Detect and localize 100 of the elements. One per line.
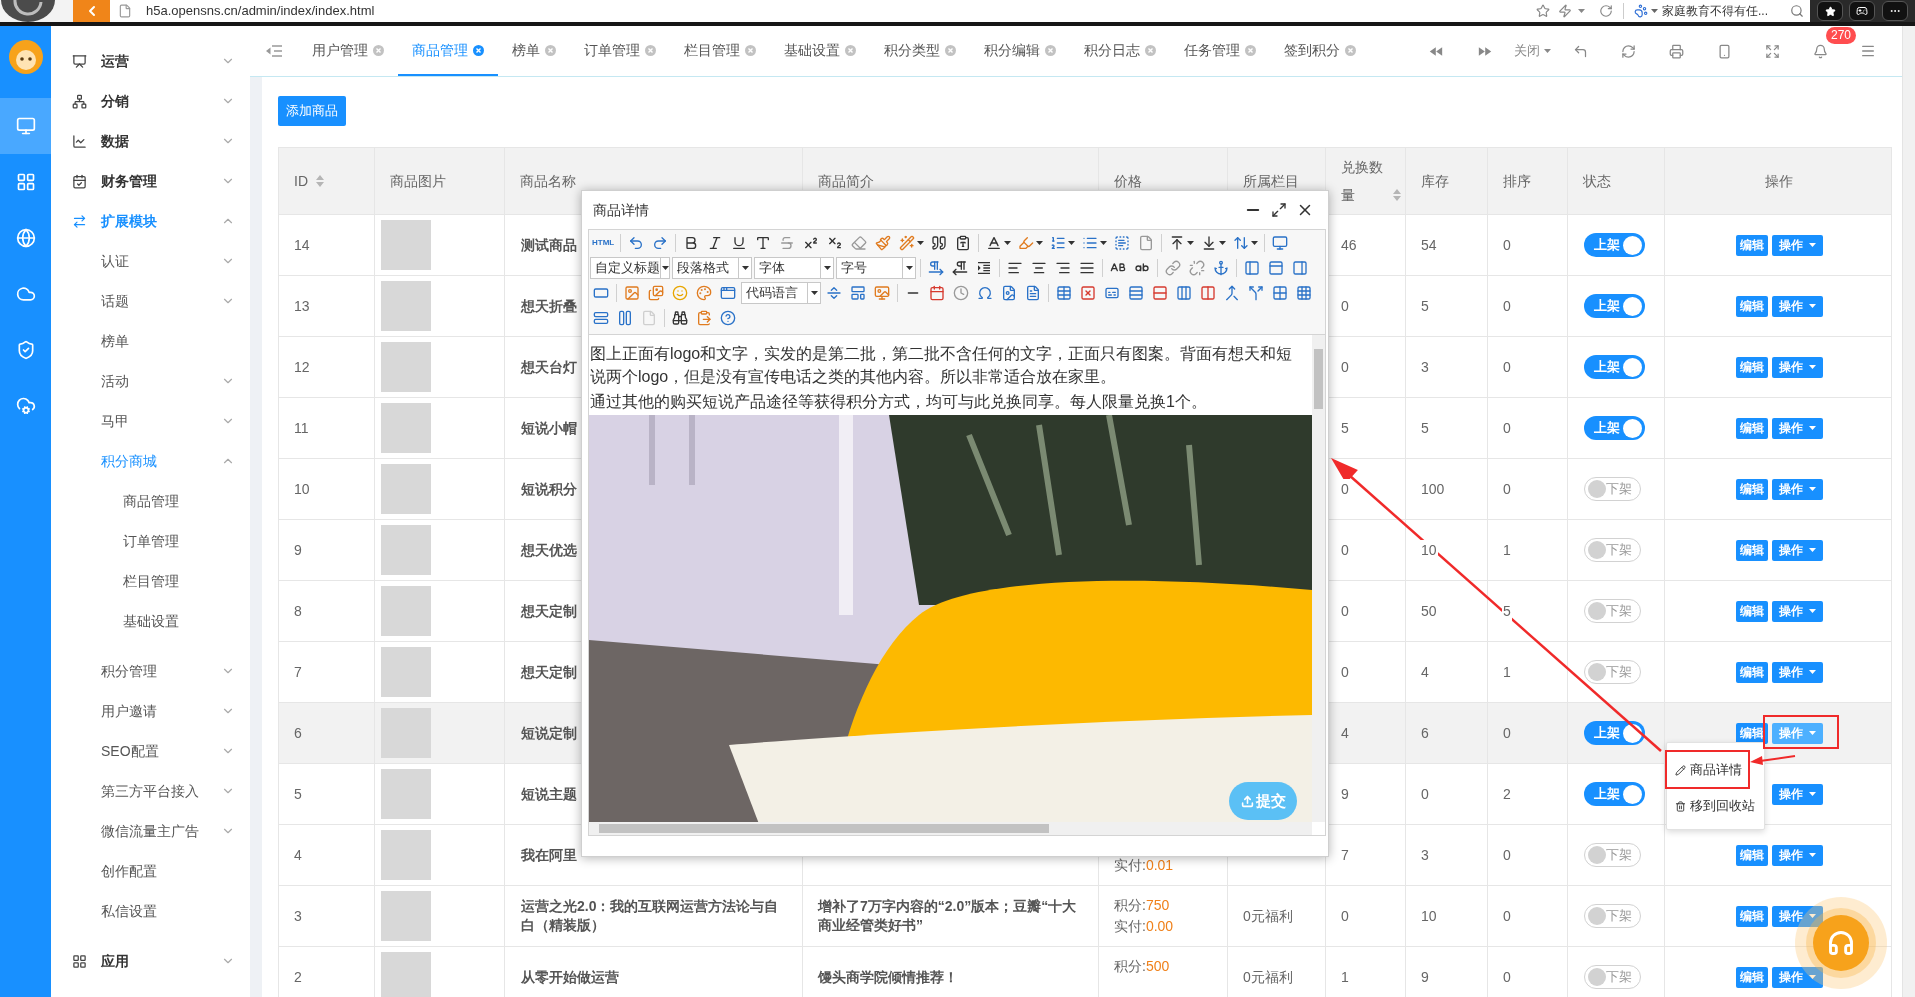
anchor-icon[interactable] bbox=[1213, 259, 1229, 276]
clipboard-icon[interactable] bbox=[696, 309, 712, 326]
stretch-columns-icon[interactable] bbox=[617, 309, 633, 326]
corner-up-left-icon[interactable] bbox=[1572, 43, 1588, 59]
sidebar-item[interactable]: 运营 bbox=[51, 41, 250, 81]
file-text-icon[interactable] bbox=[1025, 284, 1041, 301]
status-toggle[interactable]: 上架 bbox=[1584, 416, 1645, 440]
action-button[interactable]: 操作 bbox=[1771, 844, 1823, 866]
heading-select[interactable]: 自定义标题 bbox=[590, 256, 670, 279]
action-button[interactable]: 操作 bbox=[1771, 356, 1823, 378]
sidebar-item[interactable]: 订单管理 bbox=[51, 521, 250, 561]
quote-icon[interactable] bbox=[931, 234, 948, 251]
edit-button[interactable]: 编辑 bbox=[1735, 478, 1768, 500]
sidebar-item[interactable]: 认证 bbox=[51, 241, 250, 281]
status-toggle[interactable]: 上架 bbox=[1584, 721, 1645, 745]
grid-icon[interactable] bbox=[1296, 284, 1312, 301]
palette-icon[interactable] bbox=[696, 284, 712, 301]
strikethrough-icon[interactable] bbox=[779, 234, 796, 251]
action-button[interactable]: 操作 bbox=[1771, 966, 1823, 988]
action-button[interactable]: 操作 bbox=[1771, 905, 1823, 927]
calendar-icon[interactable] bbox=[929, 284, 945, 301]
expand-icon[interactable] bbox=[1764, 43, 1780, 59]
sidebar-item[interactable]: 私信设置 bbox=[51, 891, 250, 931]
action-button[interactable]: 操作 bbox=[1771, 539, 1823, 561]
underline-icon[interactable] bbox=[731, 234, 748, 251]
action-button[interactable]: 操作 bbox=[1771, 783, 1823, 805]
tab[interactable]: 订单管理 bbox=[570, 26, 670, 76]
action-button[interactable]: 操作 bbox=[1771, 234, 1823, 256]
merge-icon[interactable] bbox=[1224, 284, 1240, 301]
edit-button[interactable]: 编辑 bbox=[1735, 539, 1768, 561]
back-button[interactable] bbox=[73, 0, 110, 22]
status-toggle[interactable]: 下架 bbox=[1584, 477, 1641, 501]
action-button[interactable]: 操作 bbox=[1771, 417, 1823, 439]
action-button[interactable]: 操作 bbox=[1771, 478, 1823, 500]
sidebar-item[interactable]: 马甲 bbox=[51, 401, 250, 441]
table-rows-icon[interactable] bbox=[1152, 284, 1168, 301]
unlink-icon[interactable] bbox=[1189, 259, 1205, 276]
sidebar-item[interactable]: 第三方平台接入 bbox=[51, 771, 250, 811]
font-size-select[interactable]: 字号 bbox=[836, 256, 916, 279]
redo-icon[interactable] bbox=[652, 234, 669, 251]
status-toggle[interactable]: 上架 bbox=[1584, 355, 1645, 379]
status-toggle[interactable]: 下架 bbox=[1584, 660, 1641, 684]
add-product-button[interactable]: 添加商品 bbox=[278, 96, 346, 126]
grid-icon[interactable] bbox=[1272, 284, 1288, 301]
sidebar-item[interactable]: SEO配置 bbox=[51, 731, 250, 771]
tab[interactable]: 基础设置 bbox=[770, 26, 870, 76]
status-toggle[interactable]: 上架 bbox=[1584, 782, 1645, 806]
text-baseline-icon[interactable] bbox=[985, 234, 1002, 251]
undo-icon[interactable] bbox=[628, 234, 645, 251]
wallpaper-icon[interactable] bbox=[874, 284, 890, 301]
sidebar-item[interactable]: 栏目管理 bbox=[51, 561, 250, 601]
table-icon[interactable] bbox=[1056, 284, 1072, 301]
status-toggle[interactable]: 上架 bbox=[1584, 294, 1645, 318]
maximize-icon[interactable] bbox=[1271, 202, 1287, 218]
status-toggle[interactable]: 下架 bbox=[1584, 599, 1641, 623]
lightning-icon[interactable] bbox=[1558, 4, 1572, 18]
menu-item[interactable]: 移到回收站 bbox=[1670, 791, 1760, 821]
tab[interactable]: 积分类型 bbox=[870, 26, 970, 76]
separator-icon[interactable] bbox=[826, 284, 842, 301]
highlighter-icon[interactable] bbox=[1017, 234, 1034, 251]
table-rows-icon[interactable] bbox=[1128, 284, 1144, 301]
star-button[interactable] bbox=[1817, 1, 1844, 21]
star-icon[interactable] bbox=[1536, 4, 1550, 18]
template-icon[interactable] bbox=[850, 284, 866, 301]
table-columns-icon[interactable] bbox=[1200, 284, 1216, 301]
stretch-rows-icon[interactable] bbox=[593, 309, 609, 326]
text-type-icon[interactable] bbox=[755, 234, 772, 251]
pilcrow-right-icon[interactable] bbox=[928, 259, 944, 276]
edit-button[interactable]: 编辑 bbox=[1735, 295, 1768, 317]
menu-icon[interactable] bbox=[1860, 43, 1876, 59]
action-button[interactable]: 操作 bbox=[1771, 722, 1823, 744]
sidebar-item[interactable]: 用户邀请 bbox=[51, 691, 250, 731]
refresh-icon[interactable] bbox=[1599, 4, 1613, 18]
tab[interactable]: 用户管理 bbox=[298, 26, 398, 76]
source-code-button[interactable]: HTML bbox=[589, 236, 618, 249]
sidebar-item[interactable]: 积分管理 bbox=[51, 651, 250, 691]
status-toggle[interactable]: 下架 bbox=[1584, 965, 1641, 989]
panel-top-icon[interactable] bbox=[1268, 259, 1284, 276]
binoculars-icon[interactable] bbox=[672, 309, 688, 326]
edit-button[interactable]: 编辑 bbox=[1735, 844, 1768, 866]
page-scrollbar[interactable] bbox=[1902, 26, 1915, 997]
scrollbar-thumb[interactable] bbox=[599, 824, 1049, 833]
tab[interactable]: 签到积分 bbox=[1270, 26, 1370, 76]
square-x-icon[interactable] bbox=[1080, 284, 1096, 301]
window-icon[interactable] bbox=[720, 284, 736, 301]
sidebar-item[interactable]: 基础设置 bbox=[51, 601, 250, 641]
sidebar-item[interactable]: 微信流量主广告 bbox=[51, 811, 250, 851]
status-toggle[interactable]: 下架 bbox=[1584, 843, 1641, 867]
sidebar-item[interactable]: 数据 bbox=[51, 121, 250, 161]
action-button[interactable]: 操作 bbox=[1771, 600, 1823, 622]
horizontal-scrollbar[interactable] bbox=[589, 822, 1312, 835]
address-field[interactable]: h5a.opensns.cn/admin/index/index.html bbox=[110, 0, 1536, 22]
numbered-list-icon[interactable] bbox=[1049, 234, 1066, 251]
phone-icon[interactable] bbox=[1716, 43, 1732, 59]
refresh-icon[interactable] bbox=[1620, 43, 1636, 59]
edit-button[interactable]: 编辑 bbox=[1735, 356, 1768, 378]
tab[interactable]: 榜单 bbox=[498, 26, 570, 76]
panel-left-icon[interactable] bbox=[1244, 259, 1260, 276]
file-image-icon[interactable] bbox=[1001, 284, 1017, 301]
paragraph-format-select[interactable]: 段落格式 bbox=[672, 256, 752, 279]
